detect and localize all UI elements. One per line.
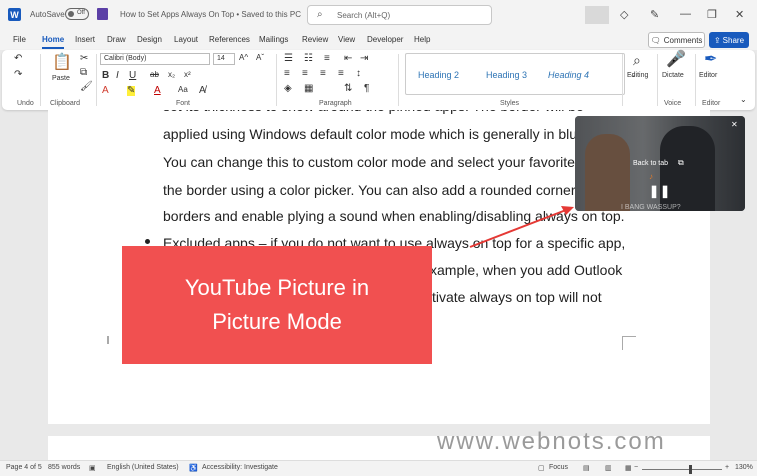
word-count[interactable]: 855 words <box>48 464 80 471</box>
zoom-level[interactable]: 130% <box>735 464 753 471</box>
back-to-tab-button[interactable]: Back to tab <box>633 160 668 167</box>
zoom-slider[interactable] <box>642 469 722 470</box>
focus-icon[interactable]: ▢ <box>538 464 545 472</box>
accessibility-status[interactable]: Accessibility: Investigate <box>202 464 278 471</box>
pip-close-icon[interactable]: ✕ <box>731 120 738 129</box>
zoom-slider-thumb[interactable] <box>688 465 692 474</box>
focus-label[interactable]: Focus <box>549 464 568 471</box>
read-mode-icon[interactable]: ▤ <box>583 464 590 472</box>
language[interactable]: English (United States) <box>107 464 179 471</box>
accessibility-icon: ♿ <box>189 465 198 472</box>
print-layout-icon[interactable]: ▥ <box>605 464 612 472</box>
zoom-in-icon[interactable]: + <box>725 464 729 471</box>
video-caption: I BANG WASSUP? <box>621 204 681 211</box>
mute-icon[interactable]: ♪ <box>649 172 653 181</box>
web-layout-icon[interactable]: ▦ <box>625 464 632 472</box>
page-count[interactable]: Page 4 of 5 <box>6 464 42 471</box>
proofing-icon[interactable]: ▣ <box>89 464 96 472</box>
watermark: www.webnots.com <box>437 428 666 455</box>
status-bar: Page 4 of 5 855 words ▣ English (United … <box>0 460 757 476</box>
pip-video-window[interactable]: ✕ Back to tab ⧉ ♪ ❚❚ I BANG WASSUP? <box>575 116 745 211</box>
annotation-arrow <box>469 206 574 248</box>
back-to-tab-icon[interactable]: ⧉ <box>678 158 684 168</box>
zoom-out-icon[interactable]: − <box>634 464 638 471</box>
pause-icon[interactable]: ❚❚ <box>649 184 671 198</box>
